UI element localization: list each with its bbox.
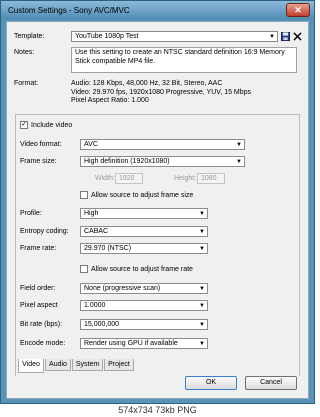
profile-dropdown[interactable]: High ▼ [80, 208, 208, 219]
include-video-label: Include video [31, 122, 73, 129]
profile-label: Profile: [20, 210, 42, 217]
dialog-client-area: Template: YouTube 1080p Test ▼ Notes: Us… [6, 21, 309, 399]
tab-project[interactable]: Project [104, 359, 134, 371]
video-format-dropdown[interactable]: AVC ▼ [80, 139, 245, 150]
video-format-label: Video format: [20, 141, 62, 148]
encode-mode-value: Render using GPU if available [84, 340, 178, 347]
field-order-dropdown[interactable]: None (progressive scan) ▼ [80, 283, 208, 294]
profile-value: High [84, 210, 99, 217]
template-label: Template: [14, 33, 45, 40]
chevron-down-icon: ▼ [199, 286, 205, 292]
chevron-down-icon: ▼ [199, 211, 205, 217]
encode-mode-dropdown[interactable]: Render using GPU if available ▼ [80, 338, 208, 349]
chevron-down-icon: ▼ [199, 246, 205, 252]
notes-textarea[interactable]: Use this setting to create an NTSC stand… [71, 47, 297, 73]
delete-icon[interactable] [293, 32, 302, 41]
chevron-down-icon: ▼ [199, 303, 205, 309]
frame-rate-label: Frame rate: [20, 245, 57, 252]
chevron-down-icon: ▼ [236, 142, 242, 148]
entropy-coding-dropdown[interactable]: CABAC ▼ [80, 226, 208, 237]
frame-size-dropdown[interactable]: High definition (1920x1080) ▼ [80, 156, 245, 167]
window-title: Custom Settings - Sony AVC/MVC [8, 6, 130, 15]
adjust-frame-size-label: Allow source to adjust frame size [91, 192, 194, 199]
video-format-value: AVC [84, 141, 98, 148]
tab-video[interactable]: Video [18, 359, 44, 373]
adjust-frame-rate-checkbox[interactable] [80, 265, 88, 273]
format-summary: Audio: 128 Kbps, 48,000 Hz, 32 Bit, Ster… [71, 80, 301, 106]
bit-rate-dropdown[interactable]: 15,000,000 ▼ [80, 319, 208, 330]
adjust-frame-size-checkbox[interactable] [80, 191, 88, 199]
height-label: Height: [174, 175, 197, 182]
pixel-aspect-value: 1.0000 [84, 302, 106, 309]
frame-size-value: High definition (1920x1080) [84, 158, 170, 165]
pixel-aspect-label: Pixel aspect [20, 302, 58, 309]
title-bar[interactable]: Custom Settings - Sony AVC/MVC ✕ [1, 1, 314, 20]
field-order-value: None (progressive scan) [84, 285, 161, 292]
format-video-line: Video: 29.970 fps, 1920x1080 Progressive… [71, 88, 252, 96]
format-label: Format: [14, 80, 39, 87]
settings-tabs: Video Audio System Project [15, 359, 300, 373]
chevron-down-icon: ▼ [199, 229, 205, 235]
tab-system[interactable]: System [72, 359, 103, 371]
frame-rate-dropdown[interactable]: 29.970 (NTSC) ▼ [80, 243, 208, 254]
adjust-frame-rate-label: Allow source to adjust frame rate [91, 266, 193, 273]
chevron-down-icon: ▼ [269, 34, 275, 40]
notes-label: Notes: [14, 49, 35, 56]
template-value: YouTube 1080p Test [75, 33, 139, 40]
bit-rate-value: 15,000,000 [84, 321, 120, 328]
entropy-coding-label: Entropy coding: [20, 228, 69, 235]
include-video-checkbox[interactable]: ✓ [20, 121, 28, 129]
close-button[interactable]: ✕ [286, 3, 310, 17]
chevron-down-icon: ▼ [199, 322, 205, 328]
bit-rate-label: Bit rate (bps): [20, 321, 63, 328]
format-pixel-aspect-line: Pixel Aspect Ratio: 1.000 [71, 97, 149, 104]
cancel-button[interactable]: Cancel [245, 376, 297, 390]
dialog-window: Custom Settings - Sony AVC/MVC ✕ Templat… [0, 0, 315, 404]
encode-mode-label: Encode mode: [20, 340, 66, 347]
tab-audio[interactable]: Audio [45, 359, 71, 371]
format-audio-line: Audio: 128 Kbps, 48,000 Hz, 32 Bit, Ster… [71, 80, 223, 87]
pixel-aspect-dropdown[interactable]: 1.0000 ▼ [80, 300, 208, 311]
entropy-coding-value: CABAC [84, 228, 109, 235]
width-input[interactable]: 1920 [115, 173, 143, 184]
height-input[interactable]: 1080 [197, 173, 225, 184]
template-dropdown[interactable]: YouTube 1080p Test ▼ [71, 31, 278, 42]
frame-rate-value: 29.970 (NTSC) [84, 245, 132, 252]
frame-size-label: Frame size: [20, 158, 57, 165]
chevron-down-icon: ▼ [199, 341, 205, 347]
image-info-caption: 574x734 73kb PNG [0, 404, 315, 417]
width-label: Width: [95, 175, 115, 182]
chevron-down-icon: ▼ [236, 159, 242, 165]
field-order-label: Field order: [20, 285, 56, 292]
ok-button[interactable]: OK [185, 376, 237, 390]
save-icon[interactable] [281, 32, 290, 41]
